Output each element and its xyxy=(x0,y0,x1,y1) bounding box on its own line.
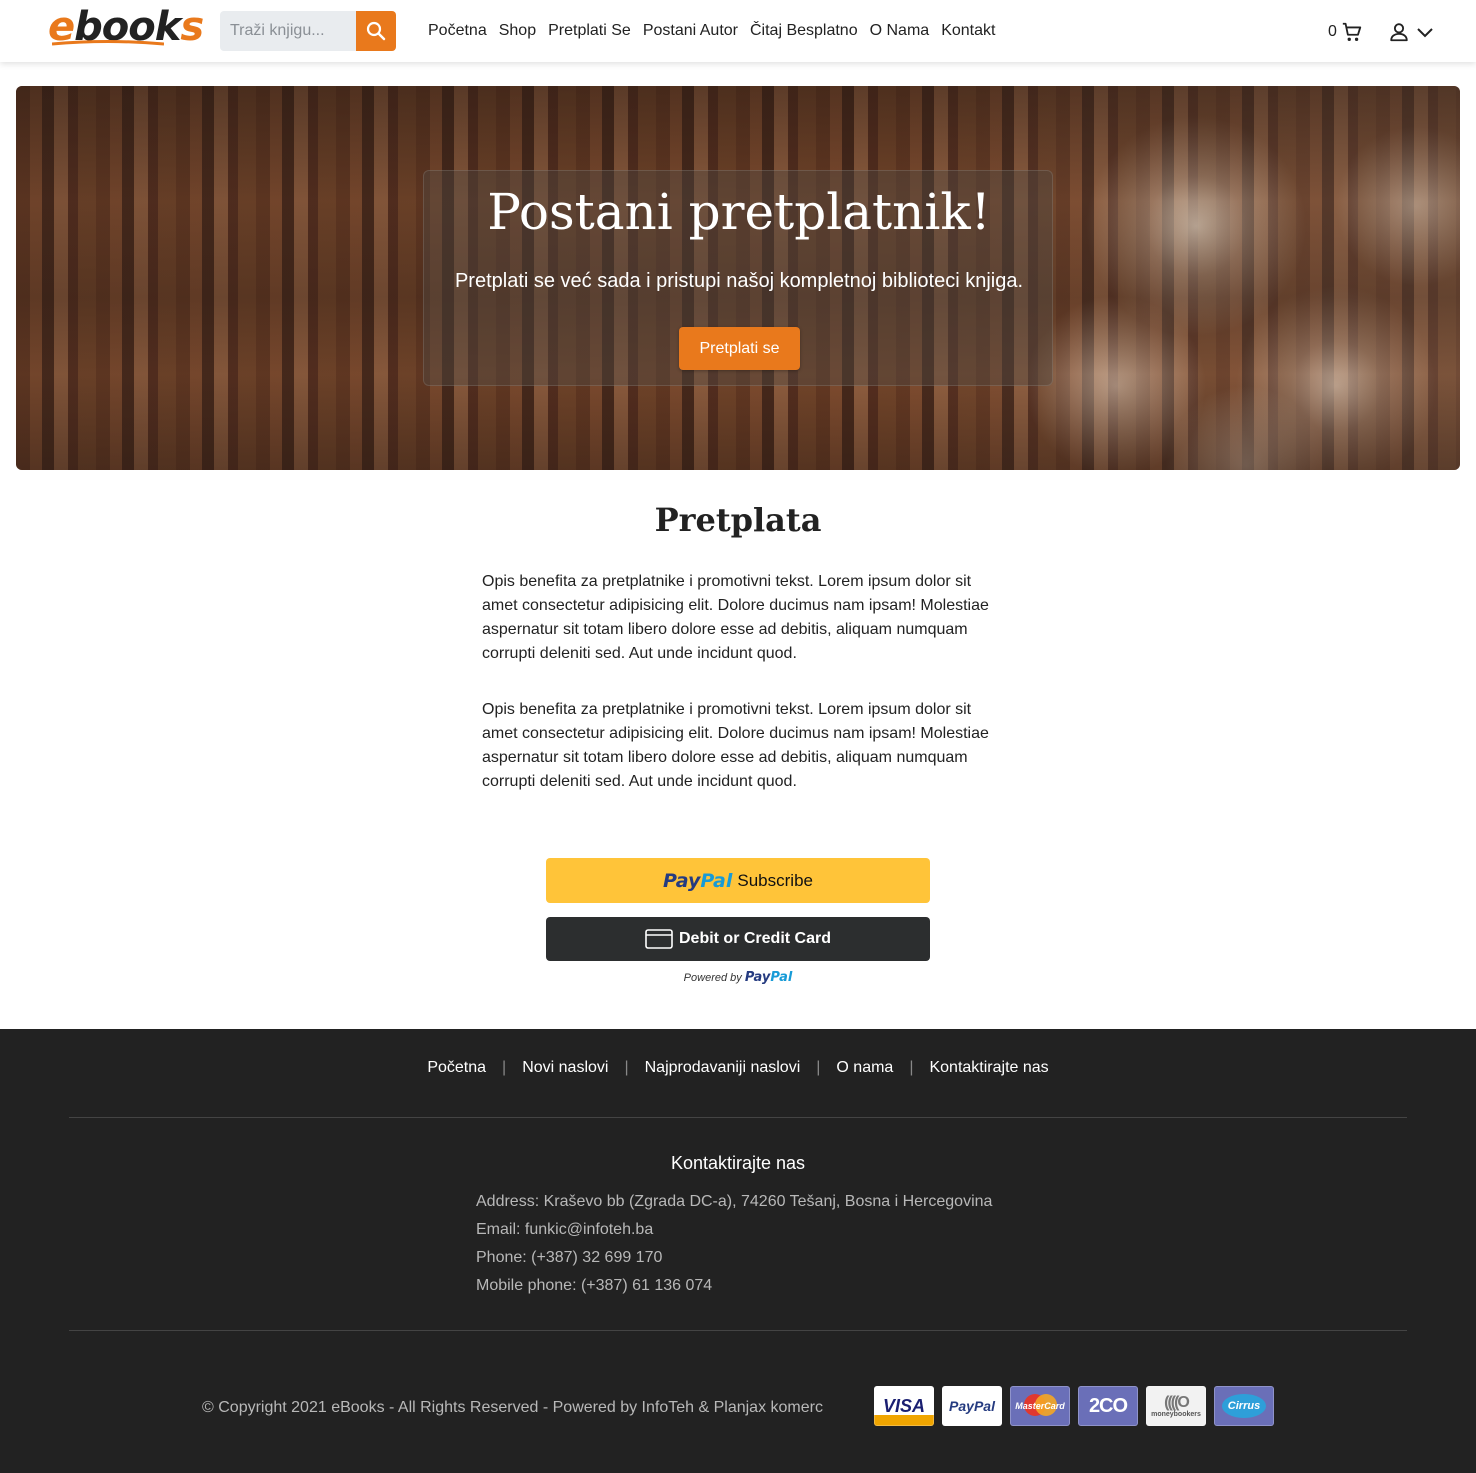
user-icon xyxy=(1390,23,1408,42)
search-input[interactable] xyxy=(220,11,356,51)
footer-link-kontakt[interactable]: Kontaktirajte nas xyxy=(929,1059,1048,1077)
logo-swoosh-icon xyxy=(52,40,164,46)
site-header: ebooks Početna Shop Pretplati Se Postani… xyxy=(0,0,1476,62)
page-title: Pretplata xyxy=(654,501,822,539)
site-footer: Početna | Novi naslovi | Najprodavaniji … xyxy=(0,1029,1476,1473)
hero-subtitle: Pretplati se već sada i pristupi našoj k… xyxy=(454,270,1024,292)
footer-email: Email: funkic@infoteh.ba xyxy=(476,1221,654,1238)
nav-item-citaj-besplatno[interactable]: Čitaj Besplatno xyxy=(750,22,858,40)
footer-separator: | xyxy=(502,1059,507,1076)
main-nav: Početna Shop Pretplati Se Postani Autor … xyxy=(422,0,1001,62)
benefits-paragraph: Opis benefita za pretplatnike i promotiv… xyxy=(482,701,989,790)
hero-banner: Postani pretplatnik! Pretplati se već sa… xyxy=(16,86,1460,470)
paypal-card-icon: PayPal xyxy=(942,1386,1002,1426)
chevron-down-icon xyxy=(1417,28,1433,38)
cirrus-icon: Cirrus xyxy=(1214,1386,1274,1426)
footer-link-pocetna[interactable]: Početna xyxy=(427,1059,486,1077)
footer-nav: Početna | Novi naslovi | Najprodavaniji … xyxy=(0,1059,1476,1077)
credit-card-icon xyxy=(645,929,673,949)
cart-count: 0 xyxy=(1328,23,1337,40)
nav-item-shop[interactable]: Shop xyxy=(499,22,536,40)
powered-by-paypal: Powered by PayPal xyxy=(683,970,793,985)
benefits-paragraph: Opis benefita za pretplatnike i promotiv… xyxy=(482,573,989,662)
hero-title: Postani pretplatnik! xyxy=(487,183,991,241)
nav-item-postani-autor[interactable]: Postani Autor xyxy=(643,22,738,40)
ebooks-logo[interactable]: ebooks xyxy=(48,4,204,54)
footer-address: Address: Kraševo bb (Zgrada DC-a), 74260… xyxy=(476,1193,993,1210)
mastercard-icon: MasterCard xyxy=(1010,1386,1070,1426)
nav-item-pretplati-se[interactable]: Pretplati Se xyxy=(548,22,631,40)
paypal-logo: PayPal xyxy=(744,970,793,985)
footer-separator: | xyxy=(624,1059,629,1076)
user-menu[interactable] xyxy=(1388,18,1434,46)
payment-methods: VISA PayPal MasterCard 2CO ((((O moneyboo… xyxy=(874,1386,1274,1426)
cart-icon xyxy=(1342,22,1362,41)
paypal-subscribe-button[interactable]: PayPal Subscribe xyxy=(546,858,930,903)
footer-link-o-nama[interactable]: O nama xyxy=(836,1059,893,1077)
footer-link-novi-naslovi[interactable]: Novi naslovi xyxy=(522,1059,608,1077)
footer-mobile: Mobile phone: (+387) 61 136 074 xyxy=(476,1277,713,1294)
hero-card: Postani pretplatnik! Pretplati se već sa… xyxy=(423,170,1053,386)
debit-credit-card-button[interactable]: Debit or Credit Card xyxy=(546,917,930,961)
search-button[interactable] xyxy=(356,11,396,51)
card-button-label: Debit or Credit Card xyxy=(678,930,831,947)
footer-separator: | xyxy=(909,1059,914,1076)
nav-item-pocetna[interactable]: Početna xyxy=(428,22,487,40)
visa-icon: VISA xyxy=(874,1386,934,1426)
footer-link-najprodavaniji[interactable]: Najprodavaniji naslovi xyxy=(645,1059,801,1077)
footer-divider xyxy=(69,1117,1407,1118)
2co-icon: 2CO xyxy=(1078,1386,1138,1426)
nav-item-kontakt[interactable]: Kontakt xyxy=(941,22,995,40)
search-icon xyxy=(366,21,386,41)
paypal-subscribe-label: Subscribe xyxy=(737,870,813,890)
moneybookers-icon: ((((O moneybookers xyxy=(1146,1386,1206,1426)
copyright: © Copyright 2021 eBooks - All Rights Res… xyxy=(202,1399,823,1416)
footer-contact-title: Kontaktirajte nas xyxy=(670,1153,806,1173)
footer-phone: Phone: (+387) 32 699 170 xyxy=(476,1249,663,1266)
paypal-logo: PayPal xyxy=(663,869,733,892)
footer-divider xyxy=(69,1330,1407,1331)
nav-item-o-nama[interactable]: O Nama xyxy=(870,22,930,40)
subscribe-button[interactable]: Pretplati se xyxy=(679,327,800,370)
cart-button[interactable]: 0 xyxy=(1328,18,1363,46)
footer-separator: | xyxy=(816,1059,821,1076)
